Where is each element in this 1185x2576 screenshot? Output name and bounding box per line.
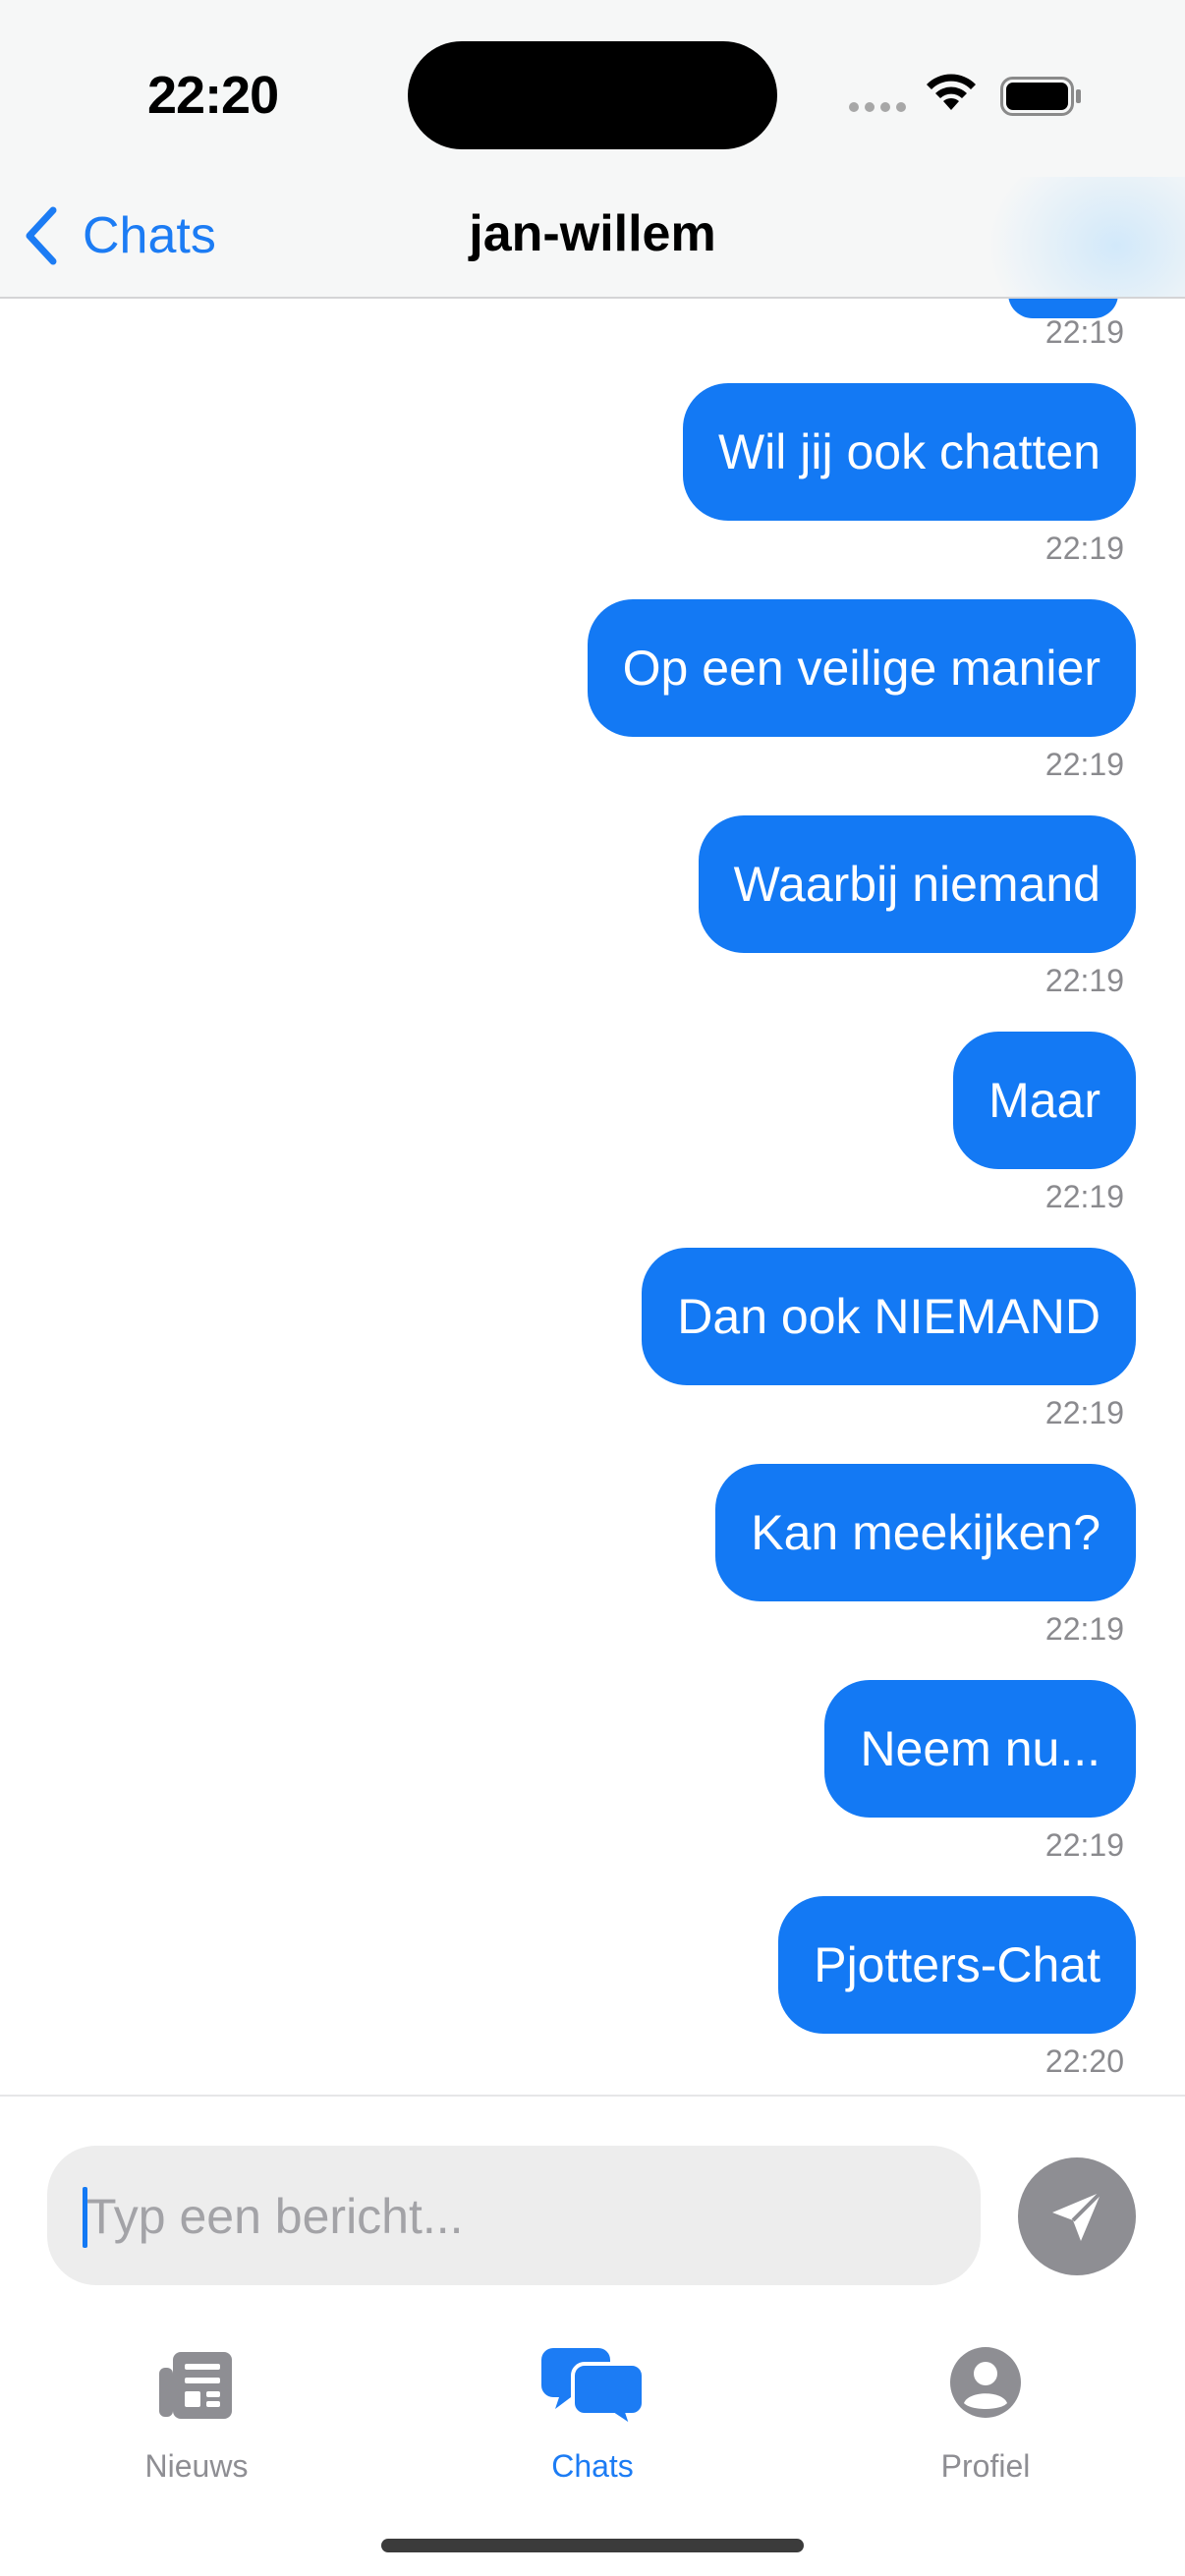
- message-timestamp: 22:19: [1044, 1611, 1124, 1647]
- paper-plane-icon: [1052, 2190, 1103, 2241]
- tab-label: Chats: [551, 2448, 634, 2484]
- message-timestamp: 22:19: [1044, 314, 1124, 350]
- message-timestamp: 22:20: [1044, 2044, 1124, 2079]
- tab-label: Profiel: [940, 2448, 1031, 2484]
- message-timestamp: 22:19: [1044, 747, 1124, 782]
- chat-bubbles-icon: [541, 2348, 644, 2429]
- message-bubble[interactable]: Neem nu...: [824, 1680, 1136, 1818]
- tab-chats[interactable]: Chats: [465, 2346, 720, 2493]
- message-timestamp: 22:19: [1044, 1395, 1124, 1430]
- battery-icon: [1000, 77, 1081, 116]
- message-bubble[interactable]: Kan meekijken?: [715, 1464, 1136, 1601]
- tab-profiel[interactable]: Profiel: [858, 2346, 1113, 2493]
- tab-bar: Nieuws Chats Profiel: [0, 2321, 1185, 2576]
- message-bubble[interactable]: Wil jij ook chatten: [682, 383, 1136, 521]
- message-list[interactable]: 22:19 Wil jij ook chatten 22:19 Op een v…: [0, 299, 1185, 2095]
- chat-title: jan-willem: [469, 205, 716, 262]
- message-bubble[interactable]: Op een veilige manier: [587, 599, 1136, 737]
- message-bubble[interactable]: Pjotters-Chat: [778, 1896, 1136, 2034]
- home-indicator[interactable]: [381, 2539, 804, 2552]
- send-button[interactable]: [1018, 2157, 1136, 2275]
- tab-nieuws[interactable]: Nieuws: [69, 2346, 324, 2493]
- message-timestamp: 22:19: [1044, 1179, 1124, 1214]
- status-bar: 22:20: [0, 0, 1185, 177]
- tab-label: Nieuws: [144, 2448, 249, 2484]
- newspaper-icon: [159, 2352, 232, 2419]
- message-timestamp: 22:19: [1044, 963, 1124, 998]
- message-bubble[interactable]: Waarbij niemand: [698, 815, 1136, 953]
- status-time: 22:20: [147, 66, 279, 125]
- message-bubble[interactable]: Dan ook NIEMAND: [642, 1248, 1136, 1385]
- message-input-container[interactable]: [47, 2146, 981, 2287]
- message-composer: [0, 2095, 1185, 2323]
- dynamic-island: [408, 41, 777, 149]
- message-timestamp: 22:19: [1044, 531, 1124, 566]
- message-input[interactable]: [85, 2146, 953, 2287]
- navigation-bar: Chats jan-willem: [0, 177, 1185, 299]
- message-timestamp: 22:19: [1044, 1827, 1124, 1863]
- message-bubble[interactable]: Maar: [953, 1032, 1136, 1169]
- person-circle-icon: [950, 2347, 1021, 2418]
- wifi-icon: [927, 74, 976, 110]
